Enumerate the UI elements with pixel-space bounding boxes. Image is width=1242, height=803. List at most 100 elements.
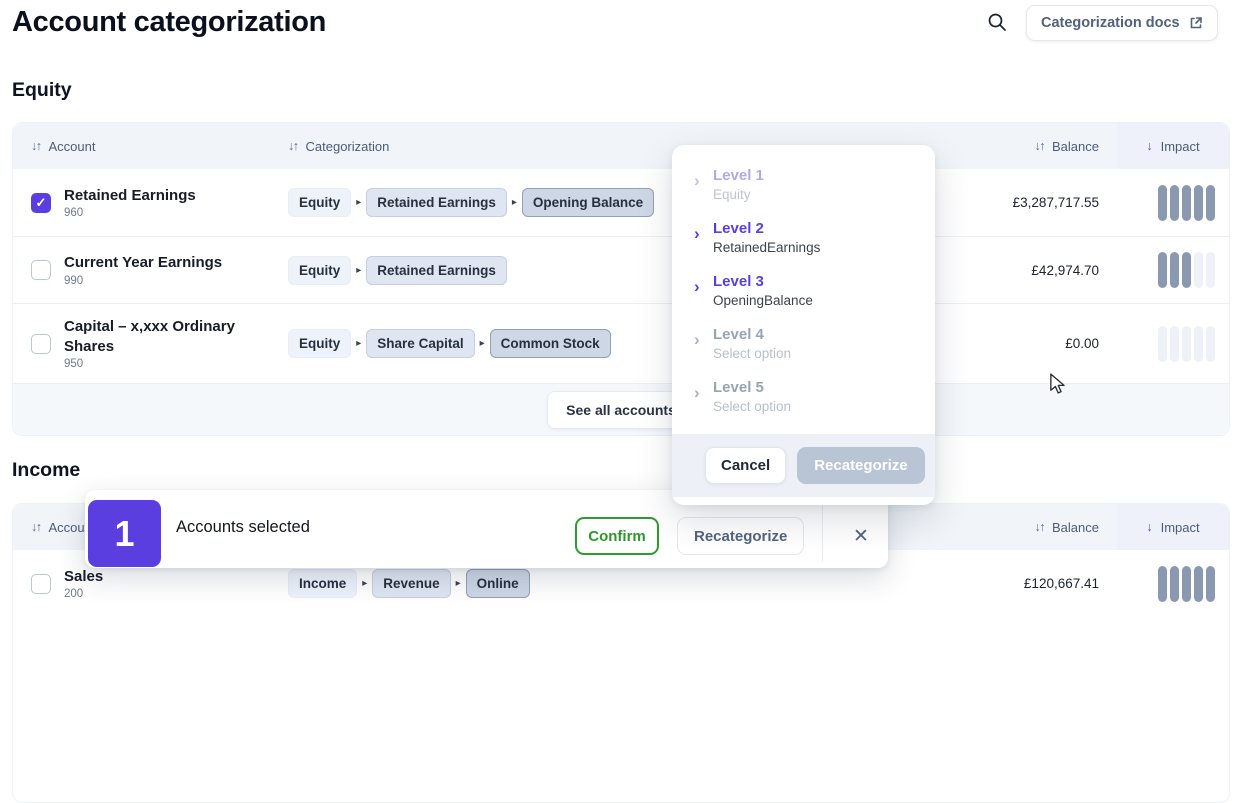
impact-bar [1182, 185, 1191, 221]
category-tag[interactable]: Common Stock [490, 329, 611, 358]
level-text: Level 3 OpeningBalance [713, 273, 813, 308]
equity-table-header: ↓↑ Account ↓↑ Categorization ↓↑ Balance … [13, 123, 1229, 169]
sort-icon[interactable]: ↓↑ [1035, 520, 1045, 534]
level-text: Level 5 Select option [713, 379, 791, 414]
level-item[interactable]: › Level 3 OpeningBalance [672, 264, 935, 317]
impact-bar [1170, 566, 1179, 602]
sort-icon[interactable]: ↓↑ [288, 139, 298, 153]
category-tag[interactable]: Share Capital [366, 329, 474, 358]
column-label-impact: Impact [1161, 520, 1200, 535]
balance-value: £0.00 [1065, 336, 1099, 351]
category-tag[interactable]: Online [466, 569, 530, 598]
sort-icon[interactable]: ↓↑ [1035, 139, 1045, 153]
level-item[interactable]: › Level 4 Select option [672, 317, 935, 370]
account-code: 990 [64, 275, 272, 287]
category-tag[interactable]: Revenue [372, 569, 450, 598]
column-header-account[interactable]: ↓↑ Account [31, 139, 95, 154]
recategorize-bar-button[interactable]: Recategorize [677, 517, 804, 555]
income-section-heading: Income [12, 459, 80, 482]
impact-bar [1182, 252, 1191, 288]
tag-separator-icon: ▸ [512, 197, 517, 208]
tag-separator-icon: ▸ [356, 197, 361, 208]
categorization-tags: Equity ▸ Retained Earnings ▸ Opening Balance [288, 188, 654, 217]
impact-bar [1158, 326, 1167, 362]
popup-footer: Cancel Recategorize [672, 434, 935, 497]
level-label: Level 3 [713, 273, 813, 290]
row-checkbox[interactable]: ✓ [31, 193, 51, 213]
equity-section-heading: Equity [12, 79, 72, 102]
impact-bar [1158, 566, 1167, 602]
divider [822, 496, 823, 562]
selection-label: Accounts selected [176, 518, 310, 537]
column-header-balance[interactable]: ↓↑ Balance [1035, 139, 1099, 154]
column-header-impact[interactable]: ↓ Impact [1117, 504, 1229, 550]
level-label: Level 4 [713, 326, 791, 343]
close-icon[interactable]: ✕ [842, 517, 880, 555]
column-label-account: Account [49, 139, 96, 154]
account-name: Capital – x,xxx Ordinary Shares [64, 317, 272, 356]
level-label: Level 2 [713, 220, 820, 237]
balance-value: £3,287,717.55 [1013, 195, 1099, 210]
account-name: Sales [64, 567, 272, 587]
impact-bar [1170, 326, 1179, 362]
chevron-right-icon: › [694, 172, 713, 202]
tag-separator-icon: ▸ [456, 578, 461, 589]
account-cell: Retained Earnings 960 [64, 186, 272, 220]
impact-bar [1206, 566, 1215, 602]
categorization-tags: Income▸Revenue▸Online [288, 569, 530, 598]
level-text: Level 2 RetainedEarnings [713, 220, 820, 255]
level-value: OpeningBalance [713, 293, 813, 308]
column-header-balance[interactable]: ↓↑ Balance [1035, 520, 1099, 535]
category-tag[interactable]: Opening Balance [522, 188, 654, 217]
column-header-categorization[interactable]: ↓↑ Categorization [288, 139, 389, 154]
sort-desc-icon[interactable]: ↓ [1146, 139, 1152, 153]
table-row: Capital – x,xxx Ordinary Shares 950 Equi… [13, 303, 1229, 383]
column-header-impact[interactable]: ↓ Impact [1117, 123, 1229, 169]
impact-bar [1182, 326, 1191, 362]
level-item[interactable]: › Level 2 RetainedEarnings [672, 211, 935, 264]
account-name: Current Year Earnings [64, 253, 272, 273]
recategorize-button-disabled[interactable]: Recategorize [797, 447, 924, 484]
category-tag[interactable]: Retained Earnings [366, 256, 507, 285]
sort-icon[interactable]: ↓↑ [31, 139, 41, 153]
tag-separator-icon: ▸ [356, 265, 361, 276]
external-link-icon [1189, 16, 1203, 30]
category-tag[interactable]: Equity [288, 256, 351, 285]
account-cell: Current Year Earnings 990 [64, 253, 272, 287]
chevron-right-icon: › [694, 384, 713, 414]
category-tag[interactable]: Equity [288, 329, 351, 358]
level-value: Select option [713, 399, 791, 414]
impact-bar [1194, 185, 1203, 221]
account-code: 960 [64, 207, 272, 219]
confirm-button[interactable]: Confirm [575, 517, 659, 555]
row-checkbox[interactable] [31, 574, 51, 594]
impact-bar [1194, 566, 1203, 602]
cancel-button[interactable]: Cancel [705, 447, 786, 484]
level-list: › Level 1 Equity › Level 2 RetainedEarni… [672, 158, 935, 423]
level-label: Level 1 [713, 167, 764, 184]
column-label-balance: Balance [1052, 139, 1099, 154]
level-item[interactable]: › Level 5 Select option [672, 370, 935, 423]
level-value: Select option [713, 346, 791, 361]
impact-bar [1206, 252, 1215, 288]
column-label-balance: Balance [1052, 520, 1099, 535]
impact-meter [1158, 252, 1215, 288]
sort-icon[interactable]: ↓↑ [31, 520, 41, 534]
chevron-right-icon: › [694, 331, 713, 361]
row-checkbox[interactable] [31, 260, 51, 280]
sort-desc-icon[interactable]: ↓ [1146, 520, 1152, 534]
level-item[interactable]: › Level 1 Equity [672, 158, 935, 211]
impact-bar [1206, 326, 1215, 362]
category-tag[interactable]: Equity [288, 188, 351, 217]
impact-meter [1158, 566, 1215, 602]
recategorize-popup: › Level 1 Equity › Level 2 RetainedEarni… [672, 145, 935, 505]
impact-bar [1206, 185, 1215, 221]
search-icon[interactable] [987, 12, 1007, 32]
category-tag[interactable]: Retained Earnings [366, 188, 507, 217]
row-checkbox[interactable] [31, 334, 51, 354]
category-tag[interactable]: Income [288, 569, 357, 598]
categorization-docs-button[interactable]: Categorization docs [1026, 5, 1218, 41]
impact-meter [1158, 185, 1215, 221]
level-text: Level 4 Select option [713, 326, 791, 361]
equity-table-body: ✓ Retained Earnings 960 Equity ▸ Retained … [13, 169, 1229, 383]
